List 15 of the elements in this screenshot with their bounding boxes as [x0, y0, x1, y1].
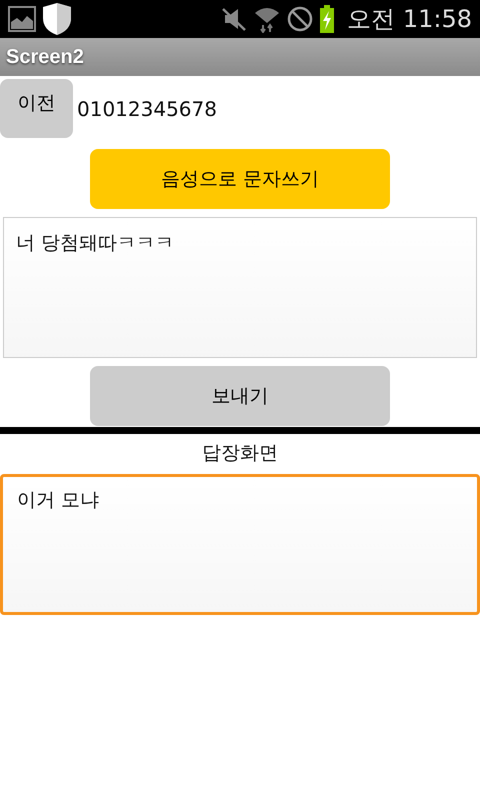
reply-label: 답장화면	[201, 441, 279, 466]
screen-title: Screen2	[6, 46, 84, 68]
battery-charging-icon	[319, 5, 336, 33]
mute-icon	[221, 6, 248, 32]
shield-icon	[42, 2, 72, 36]
message-field[interactable]: 너 당첨돼따ㅋㅋㅋ	[3, 217, 477, 358]
blocked-icon	[287, 6, 314, 32]
clock-time: 오전 11:58	[347, 4, 472, 35]
voice-input-button[interactable]: 음성으로 문자쓰기	[90, 149, 390, 209]
send-button[interactable]: 보내기	[90, 366, 390, 426]
image-icon	[8, 6, 36, 32]
phone-number: 01012345678	[77, 96, 217, 120]
back-button[interactable]: 이전	[0, 79, 73, 138]
reply-field[interactable]: 이거 모냐	[0, 474, 480, 615]
wifi-icon	[253, 5, 282, 33]
